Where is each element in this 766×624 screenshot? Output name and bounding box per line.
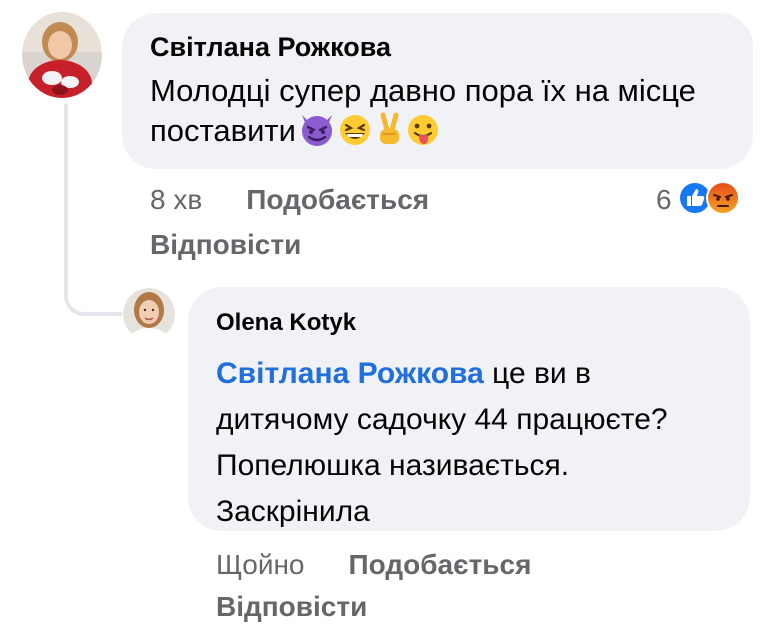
- reply-reply-row: Відповісти: [216, 590, 367, 624]
- like-button[interactable]: Подобається: [349, 549, 532, 580]
- reply-text: Світлана Рожкова це ви в дитячому садочк…: [216, 357, 668, 528]
- grinning-squinting-icon: [338, 113, 372, 157]
- tongue-out-icon: [406, 113, 440, 157]
- thread-connector-line: [64, 104, 122, 316]
- reaction-count: 6: [656, 184, 672, 215]
- reply-author[interactable]: Olena Kotyk: [216, 309, 722, 337]
- comment-author[interactable]: Світлана Рожкова: [150, 31, 725, 63]
- comment-actions: 8 хв Подобається: [150, 183, 429, 217]
- reply-actions: Щойно Подобається: [216, 548, 531, 582]
- comment-bubble: Світлана Рожкова Молодці супер давно пор…: [122, 13, 753, 169]
- comment-text: Молодці супер давно пора їх на місце пос…: [150, 71, 725, 157]
- victory-hand-icon: [374, 111, 404, 157]
- comment-reply-row: Відповісти: [150, 228, 301, 262]
- reply-button[interactable]: Відповісти: [216, 591, 367, 622]
- angry-reaction-icon: [705, 180, 740, 220]
- avatar[interactable]: [123, 288, 175, 340]
- mention-link[interactable]: Світлана Рожкова: [216, 357, 484, 390]
- reply-bubble: Olena Kotyk Світлана Рожкова це ви в дит…: [188, 287, 750, 531]
- avatar[interactable]: [22, 12, 102, 98]
- reaction-summary[interactable]: 6: [656, 180, 740, 220]
- like-button[interactable]: Подобається: [246, 184, 429, 215]
- reply-timestamp[interactable]: Щойно: [216, 549, 305, 580]
- comment-timestamp[interactable]: 8 хв: [150, 184, 202, 215]
- reply-button[interactable]: Відповісти: [150, 229, 301, 260]
- smiling-imp-icon: [298, 111, 336, 157]
